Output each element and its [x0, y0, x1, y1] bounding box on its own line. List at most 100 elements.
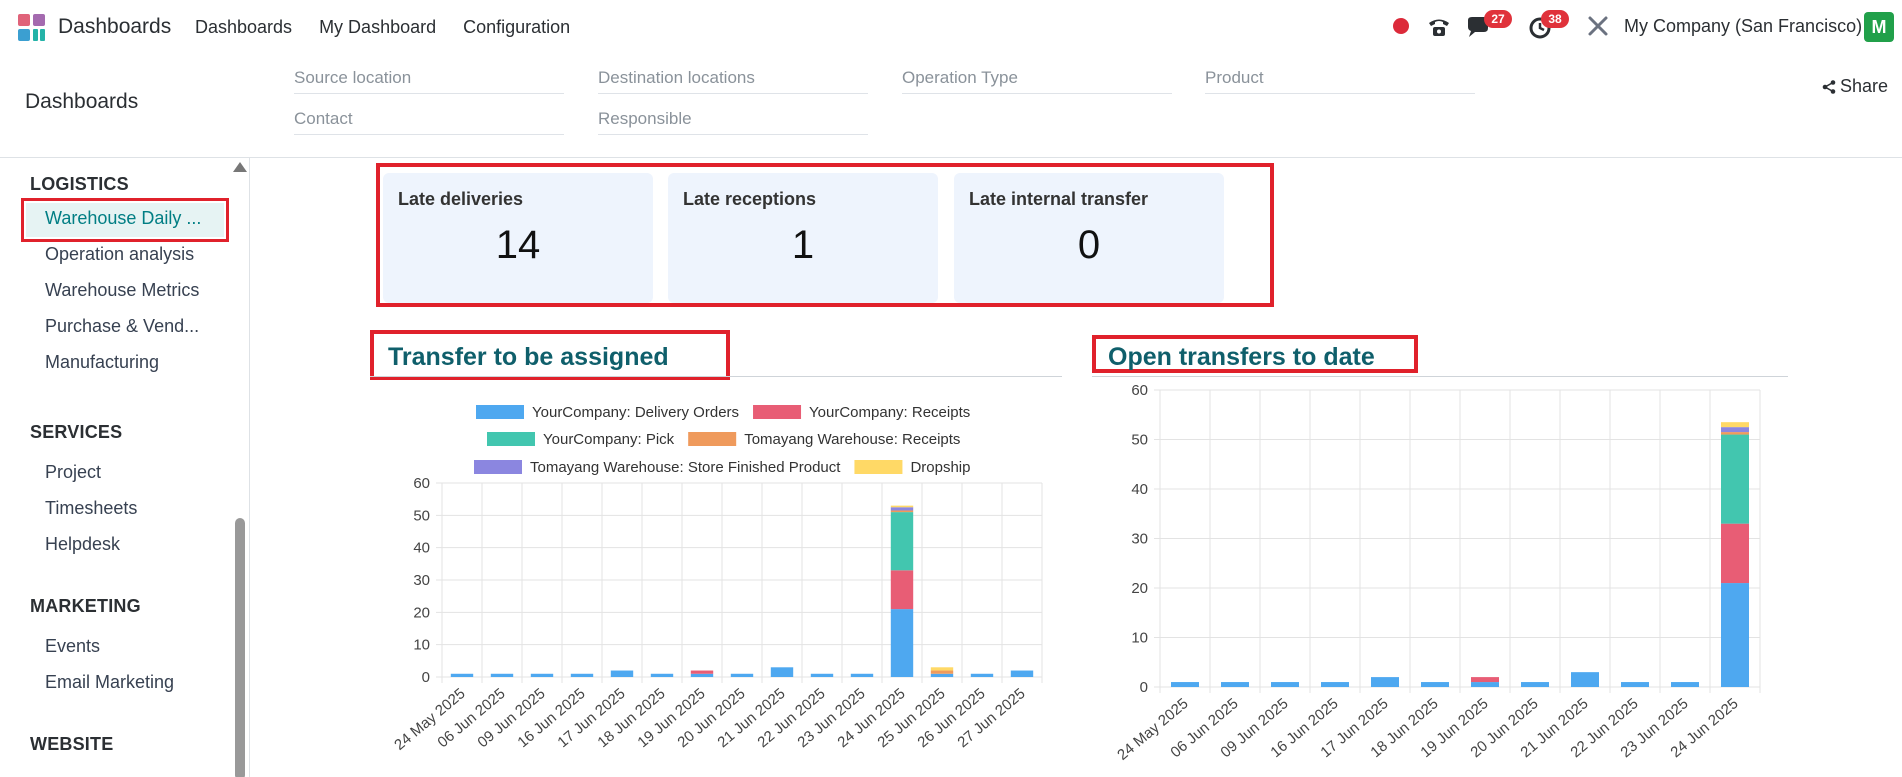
- share-button[interactable]: Share: [1822, 76, 1888, 97]
- bar-segment[interactable]: [1671, 682, 1699, 687]
- section-website: WEBSITE: [30, 734, 114, 754]
- bar-segment[interactable]: [490, 673, 514, 677]
- legend-swatch[interactable]: [487, 432, 535, 446]
- y-tick-label: 40: [1131, 481, 1148, 498]
- bar-segment[interactable]: [1271, 682, 1299, 687]
- phone-icon[interactable]: [1426, 14, 1452, 40]
- kpi-card-late-receptions[interactable]: Late receptions 1: [668, 173, 938, 303]
- legend-label[interactable]: YourCompany: Receipts: [809, 404, 970, 421]
- control-panel: Dashboards Source location Destination l…: [0, 54, 1902, 158]
- menu-my-dashboard[interactable]: My Dashboard: [319, 17, 436, 38]
- bar-segment[interactable]: [690, 673, 714, 677]
- bar-segment[interactable]: [1721, 434, 1749, 524]
- bar-segment[interactable]: [1171, 682, 1199, 687]
- kpi-label: Late deliveries: [398, 189, 524, 209]
- bar-segment[interactable]: [1721, 422, 1749, 428]
- share-icon: [1822, 79, 1836, 94]
- bar-segment[interactable]: [1471, 682, 1499, 687]
- bar-segment[interactable]: [890, 510, 914, 513]
- company-switcher[interactable]: My Company (San Francisco): [1624, 16, 1862, 37]
- legend-label[interactable]: YourCompany: Pick: [543, 431, 675, 448]
- legend-label[interactable]: YourCompany: Delivery Orders: [532, 404, 739, 421]
- bar-segment[interactable]: [1721, 523, 1749, 584]
- bar-segment[interactable]: [890, 507, 914, 511]
- filter-contact[interactable]: Contact: [294, 105, 564, 135]
- filter-responsible[interactable]: Responsible: [598, 105, 868, 135]
- bar-segment[interactable]: [890, 512, 914, 571]
- bar-segment[interactable]: [890, 609, 914, 677]
- bar-segment[interactable]: [890, 505, 914, 508]
- legend-label[interactable]: Tomayang Warehouse: Receipts: [744, 431, 960, 448]
- filter-operation-type[interactable]: Operation Type: [902, 64, 1172, 94]
- legend-swatch[interactable]: [854, 460, 903, 474]
- bar-segment[interactable]: [1371, 677, 1399, 687]
- kpi-value: 14: [495, 223, 541, 267]
- bar-segment[interactable]: [1721, 432, 1749, 435]
- chart-transfer-to-be-assigned: YourCompany: Delivery Orders YourCompany:…: [391, 404, 1043, 754]
- menu-configuration[interactable]: Configuration: [463, 17, 570, 38]
- sidebar-item-purchase-vendor[interactable]: Purchase & Vend...: [45, 316, 199, 337]
- y-tick-label: 60: [413, 475, 430, 492]
- bar-segment[interactable]: [450, 673, 474, 677]
- sidebar-item-email-marketing[interactable]: Email Marketing: [45, 672, 174, 693]
- bar-segment[interactable]: [930, 670, 954, 674]
- filter-destination-locations[interactable]: Destination locations: [598, 64, 868, 94]
- filter-product[interactable]: Product: [1205, 64, 1475, 94]
- bar-segment[interactable]: [610, 670, 634, 677]
- bar-segment[interactable]: [570, 673, 594, 677]
- section-logistics: LOGISTICS: [30, 174, 129, 194]
- bar-segment[interactable]: [930, 667, 954, 671]
- bar-segment[interactable]: [1221, 682, 1249, 687]
- recording-indicator[interactable]: [1393, 18, 1409, 34]
- bar-segment[interactable]: [850, 673, 874, 677]
- app-name[interactable]: Dashboards: [58, 15, 171, 39]
- bar-segment[interactable]: [770, 667, 794, 677]
- sidebar-item-project[interactable]: Project: [45, 462, 101, 483]
- filter-source-location[interactable]: Source location: [294, 64, 564, 94]
- bar-segment[interactable]: [1471, 677, 1499, 683]
- messages-badge: 27: [1484, 10, 1512, 28]
- legend-swatch[interactable]: [753, 405, 802, 419]
- bar-segment[interactable]: [1321, 682, 1349, 687]
- sidebar-item-helpdesk[interactable]: Helpdesk: [45, 534, 120, 555]
- bar-segment[interactable]: [530, 673, 554, 677]
- bar-segment[interactable]: [1521, 682, 1549, 687]
- bar-segment[interactable]: [1621, 682, 1649, 687]
- menu-dashboards[interactable]: Dashboards: [195, 17, 292, 38]
- bar-segment[interactable]: [810, 673, 834, 677]
- bar-segment[interactable]: [970, 673, 994, 677]
- bar-segment[interactable]: [1421, 682, 1449, 687]
- bar-segment[interactable]: [1721, 427, 1749, 433]
- debug-tools-icon[interactable]: [1585, 14, 1611, 40]
- legend-swatch[interactable]: [476, 405, 524, 419]
- bar-segment[interactable]: [1010, 670, 1034, 677]
- legend-swatch[interactable]: [474, 460, 522, 474]
- bar-segment[interactable]: [1571, 672, 1599, 687]
- y-tick-label: 60: [1131, 382, 1148, 399]
- legend-label[interactable]: Tomayang Warehouse: Store Finished Produ…: [530, 459, 841, 476]
- bar-segment[interactable]: [890, 570, 914, 610]
- sidebar-item-timesheets[interactable]: Timesheets: [45, 498, 137, 519]
- title-divider: [370, 376, 1062, 377]
- user-avatar[interactable]: M: [1864, 12, 1894, 42]
- kpi-card-late-internal-transfer[interactable]: Late internal transfer 0: [954, 173, 1224, 303]
- sidebar-item-operation-analysis[interactable]: Operation analysis: [45, 244, 194, 265]
- sidebar-scrollbar[interactable]: [235, 518, 245, 777]
- sidebar-item-warehouse-daily[interactable]: Warehouse Daily ...: [21, 198, 229, 242]
- dashboards-app-icon[interactable]: [18, 14, 46, 42]
- bar-segment[interactable]: [650, 673, 674, 677]
- y-tick-label: 20: [413, 604, 430, 621]
- scroll-up-arrow-icon[interactable]: [233, 162, 247, 172]
- legend-label[interactable]: Dropship: [910, 459, 970, 476]
- sidebar-item-manufacturing[interactable]: Manufacturing: [45, 352, 159, 373]
- dashboard-sidebar: LOGISTICS Warehouse Daily ... Operation …: [0, 158, 250, 777]
- sidebar-item-events[interactable]: Events: [45, 636, 100, 657]
- bar-segment[interactable]: [930, 673, 954, 677]
- bar-segment[interactable]: [690, 670, 714, 674]
- bar-segment[interactable]: [1721, 583, 1749, 687]
- kpi-card-late-deliveries[interactable]: Late deliveries 14: [383, 173, 653, 303]
- sidebar-item-warehouse-metrics[interactable]: Warehouse Metrics: [45, 280, 199, 301]
- main-menu: Dashboards My Dashboard Configuration: [195, 17, 570, 38]
- legend-swatch[interactable]: [688, 432, 737, 446]
- bar-segment[interactable]: [730, 673, 754, 677]
